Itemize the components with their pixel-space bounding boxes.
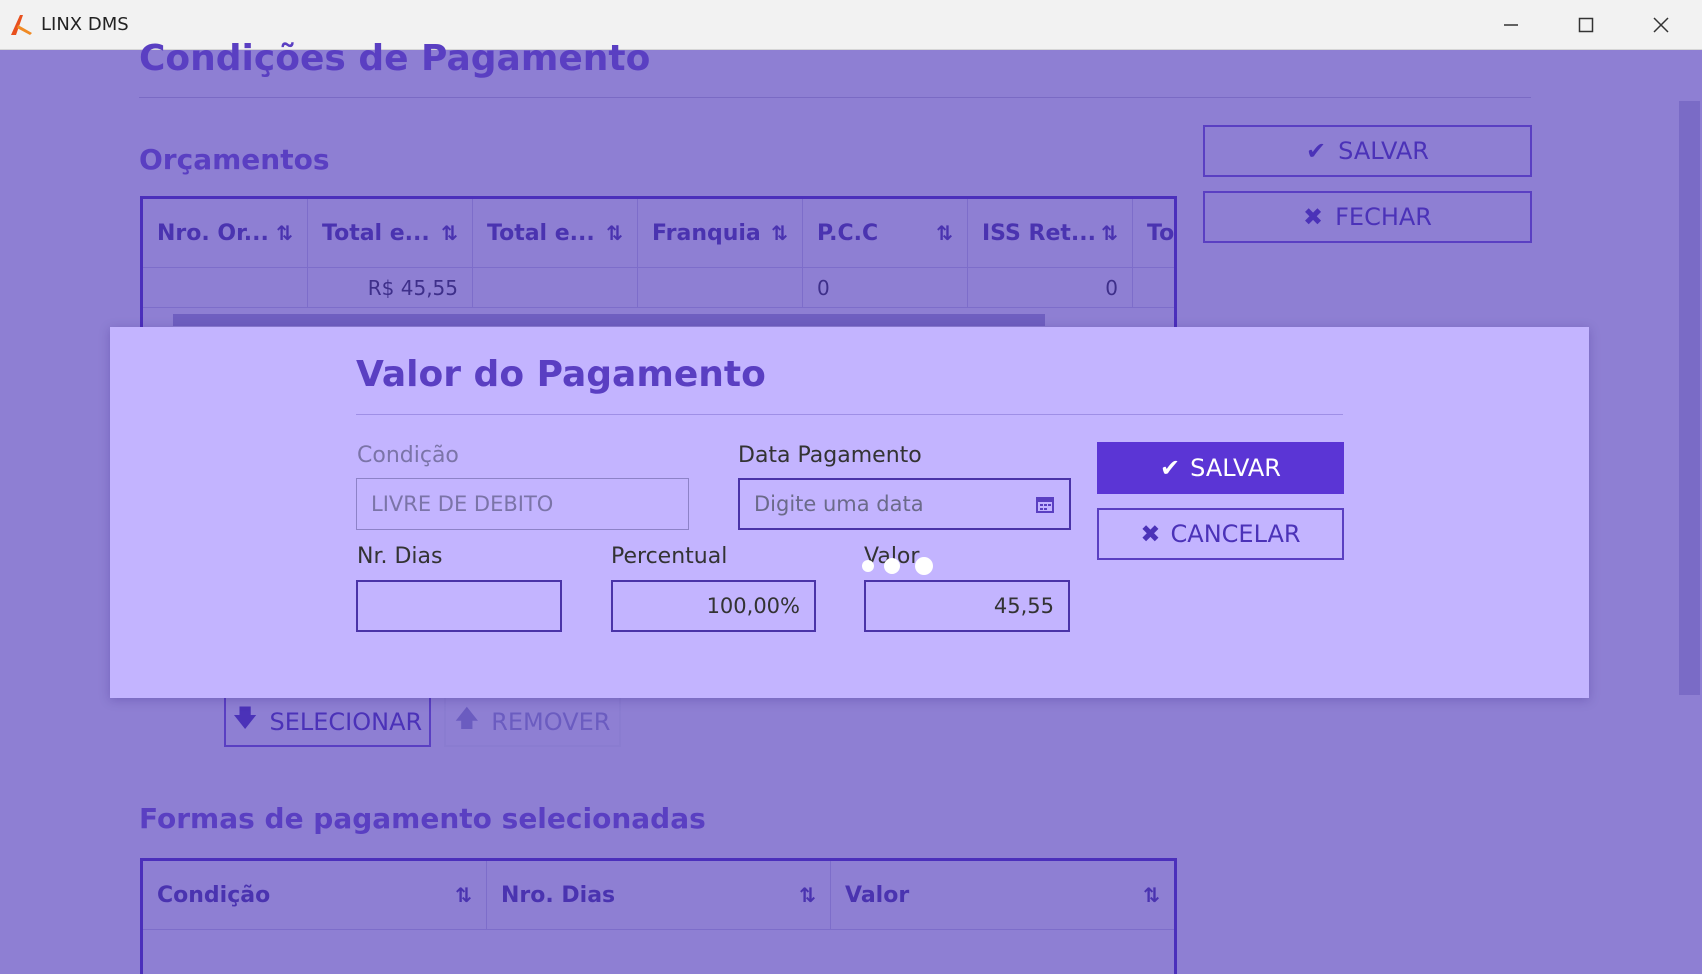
column-header[interactable]: Total e... ⇅ xyxy=(308,199,473,267)
grid-header: Nro. Or... ⇅ Total e... ⇅ Total e... ⇅ Fran… xyxy=(143,199,1174,268)
formas-title: Formas de pagamento selecionadas xyxy=(139,802,706,835)
column-header[interactable]: Condição ⇅ xyxy=(143,861,487,929)
page-title: Condições de Pagamento xyxy=(139,38,651,79)
x-icon: ✖ xyxy=(1140,520,1161,548)
column-header[interactable]: ISS Ret... ⇅ xyxy=(968,199,1133,267)
dialog-save-label: SALVAR xyxy=(1190,454,1281,482)
valor-input[interactable]: 45,55 xyxy=(864,580,1070,632)
sort-icon[interactable]: ⇅ xyxy=(455,883,472,907)
column-header[interactable]: Total e... ⇅ xyxy=(473,199,638,267)
condicao-field: LIVRE DE DEBITO xyxy=(356,478,689,530)
sort-icon[interactable]: ⇅ xyxy=(441,221,458,245)
dialog-save-button[interactable]: ✔ SALVAR xyxy=(1097,442,1344,494)
sort-icon[interactable]: ⇅ xyxy=(1101,221,1118,245)
table-cell xyxy=(1133,268,1174,307)
nr-dias-input[interactable] xyxy=(356,580,562,632)
scrollbar-thumb[interactable] xyxy=(1679,101,1700,695)
loading-spinner-icon xyxy=(862,557,933,575)
table-cell: R$ 45,55 xyxy=(308,268,473,307)
data-pagamento-label: Data Pagamento xyxy=(738,443,922,468)
dialog-divider xyxy=(356,414,1343,415)
close-button[interactable] xyxy=(1623,0,1698,50)
nr-dias-label: Nr. Dias xyxy=(357,544,443,569)
sort-icon[interactable]: ⇅ xyxy=(799,883,816,907)
minimize-button[interactable] xyxy=(1473,0,1548,50)
select-button[interactable]: 🡇 SELECIONAR xyxy=(224,696,431,747)
maximize-icon xyxy=(1578,17,1593,33)
calendar-icon[interactable] xyxy=(1035,494,1055,514)
sort-icon[interactable]: ⇅ xyxy=(606,221,623,245)
remove-label: REMOVER xyxy=(491,707,611,736)
dialog-cancel-label: CANCELAR xyxy=(1170,520,1301,548)
column-header[interactable]: Nro. Or... ⇅ xyxy=(143,199,308,267)
check-icon: ✔ xyxy=(1160,454,1181,482)
page-save-button[interactable]: ✔ SALVAR xyxy=(1203,125,1532,177)
orcamentos-grid: Nro. Or... ⇅ Total e... ⇅ Total e... ⇅ Fran… xyxy=(140,196,1177,332)
close-icon xyxy=(1652,17,1669,33)
sort-icon[interactable]: ⇅ xyxy=(936,221,953,245)
column-header[interactable]: Valor ⇅ xyxy=(831,861,1174,929)
sort-icon[interactable]: ⇅ xyxy=(276,221,293,245)
page-close-button[interactable]: ✖ FECHAR xyxy=(1203,191,1532,243)
table-cell xyxy=(473,268,638,307)
title-divider xyxy=(139,97,1531,98)
linx-logo-icon xyxy=(11,15,32,35)
percentual-input[interactable]: 100,00% xyxy=(611,580,816,632)
minimize-icon xyxy=(1503,24,1518,26)
table-cell xyxy=(638,268,803,307)
formas-grid: Condição ⇅ Nro. Dias ⇅ Valor ⇅ xyxy=(140,858,1177,974)
check-icon: ✔ xyxy=(1306,137,1327,165)
arrow-up-icon: 🡅 xyxy=(454,704,480,732)
percentual-label: Percentual xyxy=(611,544,728,569)
column-header[interactable]: P.C.C ⇅ xyxy=(803,199,968,267)
arrow-down-icon: 🡇 xyxy=(232,704,258,732)
page-save-label: SALVAR xyxy=(1338,137,1429,165)
condicao-label: Condição xyxy=(357,443,459,468)
remove-button[interactable]: 🡅 REMOVER xyxy=(444,696,621,747)
x-icon: ✖ xyxy=(1303,203,1324,231)
column-header[interactable]: Franquia ⇅ xyxy=(638,199,803,267)
orcamentos-title: Orçamentos xyxy=(139,143,330,176)
scrollbar-thumb[interactable] xyxy=(173,314,1045,326)
table-cell xyxy=(143,268,308,307)
dialog-title: Valor do Pagamento xyxy=(356,354,766,395)
page-close-label: FECHAR xyxy=(1335,203,1432,231)
table-row[interactable]: R$ 45,55 0 0 xyxy=(143,268,1174,308)
column-header[interactable]: Tot xyxy=(1133,199,1174,267)
column-header[interactable]: Nro. Dias ⇅ xyxy=(487,861,831,929)
grid-header: Condição ⇅ Nro. Dias ⇅ Valor ⇅ xyxy=(143,861,1174,930)
sort-icon[interactable]: ⇅ xyxy=(771,221,788,245)
data-pagamento-placeholder: Digite uma data xyxy=(754,492,924,516)
data-pagamento-input[interactable]: Digite uma data xyxy=(738,478,1071,530)
table-cell: 0 xyxy=(803,268,968,307)
sort-icon[interactable]: ⇅ xyxy=(1143,883,1160,907)
maximize-button[interactable] xyxy=(1548,0,1623,50)
select-label: SELECIONAR xyxy=(269,707,423,736)
table-cell: 0 xyxy=(968,268,1133,307)
dialog-cancel-button[interactable]: ✖ CANCELAR xyxy=(1097,508,1344,560)
app-title: LINX DMS xyxy=(41,14,129,35)
